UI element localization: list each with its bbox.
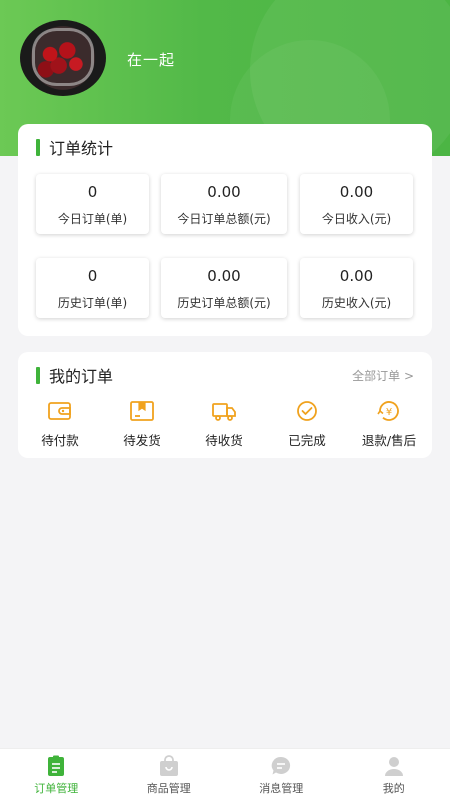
order-item-label: 已完成: [288, 433, 326, 448]
message-icon: [272, 756, 291, 775]
stat-label: 今日订单总额(元): [177, 212, 271, 226]
truck-icon: [212, 403, 236, 421]
tab-message-management[interactable]: 消息管理: [225, 749, 338, 800]
tab-label: 消息管理: [259, 782, 304, 795]
tab-label: 我的: [382, 782, 405, 795]
avatar-photo: [32, 28, 94, 86]
my-orders-card: 我的订单 全部订单 > 待付款 待发货 待收货 已完成 ¥ 退款/售后: [18, 352, 432, 458]
order-pending-payment[interactable]: 待付款: [20, 400, 100, 449]
tab-order-management[interactable]: 订单管理: [0, 749, 113, 800]
username: 在一起: [127, 51, 176, 69]
title-accent-bar: [36, 138, 40, 156]
section-title: 订单统计: [36, 136, 113, 158]
stat-label: 历史订单总额(元): [177, 296, 271, 310]
stat-value: 0: [87, 267, 98, 285]
title-accent-bar: [36, 366, 40, 384]
shopping-bag-icon: [159, 755, 178, 776]
order-item-label: 待付款: [41, 433, 79, 448]
stat-value: 0.00: [207, 267, 241, 285]
stat-today-total[interactable]: 0.00 今日订单总额(元): [161, 174, 287, 234]
order-item-label: 待发货: [123, 433, 161, 448]
stat-today-income[interactable]: 0.00 今日收入(元): [300, 174, 413, 234]
section-title: 我的订单: [36, 364, 113, 386]
stat-label: 历史订单(单): [57, 296, 128, 310]
stat-value: 0.00: [207, 183, 241, 201]
stat-label: 今日收入(元): [321, 212, 392, 226]
section-title-text: 我的订单: [49, 367, 114, 386]
stat-label: 历史收入(元): [321, 296, 392, 310]
tab-label: 商品管理: [146, 782, 191, 795]
order-refund[interactable]: ¥ 退款/售后: [349, 400, 429, 449]
bottom-tab-bar: 订单管理 商品管理 消息管理 我的: [0, 748, 450, 800]
stat-value: 0: [87, 183, 98, 201]
avatar[interactable]: [20, 20, 106, 96]
stat-history-orders[interactable]: 0 历史订单(单): [36, 258, 149, 318]
section-title-text: 订单统计: [49, 139, 114, 158]
package-icon: [130, 401, 154, 421]
stat-today-orders[interactable]: 0 今日订单(单): [36, 174, 149, 234]
all-orders-link[interactable]: 全部订单 >: [352, 367, 414, 384]
order-pending-receipt[interactable]: 待收货: [184, 400, 264, 449]
stat-history-income[interactable]: 0.00 历史收入(元): [300, 258, 413, 318]
order-pending-shipment[interactable]: 待发货: [102, 400, 182, 449]
user-icon: [384, 757, 403, 776]
order-item-label: 退款/售后: [361, 433, 417, 448]
tab-mine[interactable]: 我的: [338, 749, 450, 800]
stat-value: 0.00: [339, 183, 374, 201]
order-stats-card: 订单统计 0 今日订单(单) 0.00 今日订单总额(元) 0.00 今日收入(…: [18, 124, 432, 336]
stat-value: 0.00: [339, 267, 374, 285]
order-list-icon: [48, 755, 65, 776]
stat-history-total[interactable]: 0.00 历史订单总额(元): [161, 258, 287, 318]
order-item-label: 待收货: [205, 433, 243, 448]
wallet-icon: [48, 402, 71, 420]
svg-text:¥: ¥: [386, 407, 392, 418]
stat-label: 今日订单(单): [57, 212, 128, 226]
tab-label: 订单管理: [34, 782, 79, 795]
tab-product-management[interactable]: 商品管理: [113, 749, 226, 800]
check-circle-icon: [297, 401, 317, 421]
order-completed[interactable]: 已完成: [267, 400, 347, 449]
refund-icon: ¥: [377, 401, 399, 421]
